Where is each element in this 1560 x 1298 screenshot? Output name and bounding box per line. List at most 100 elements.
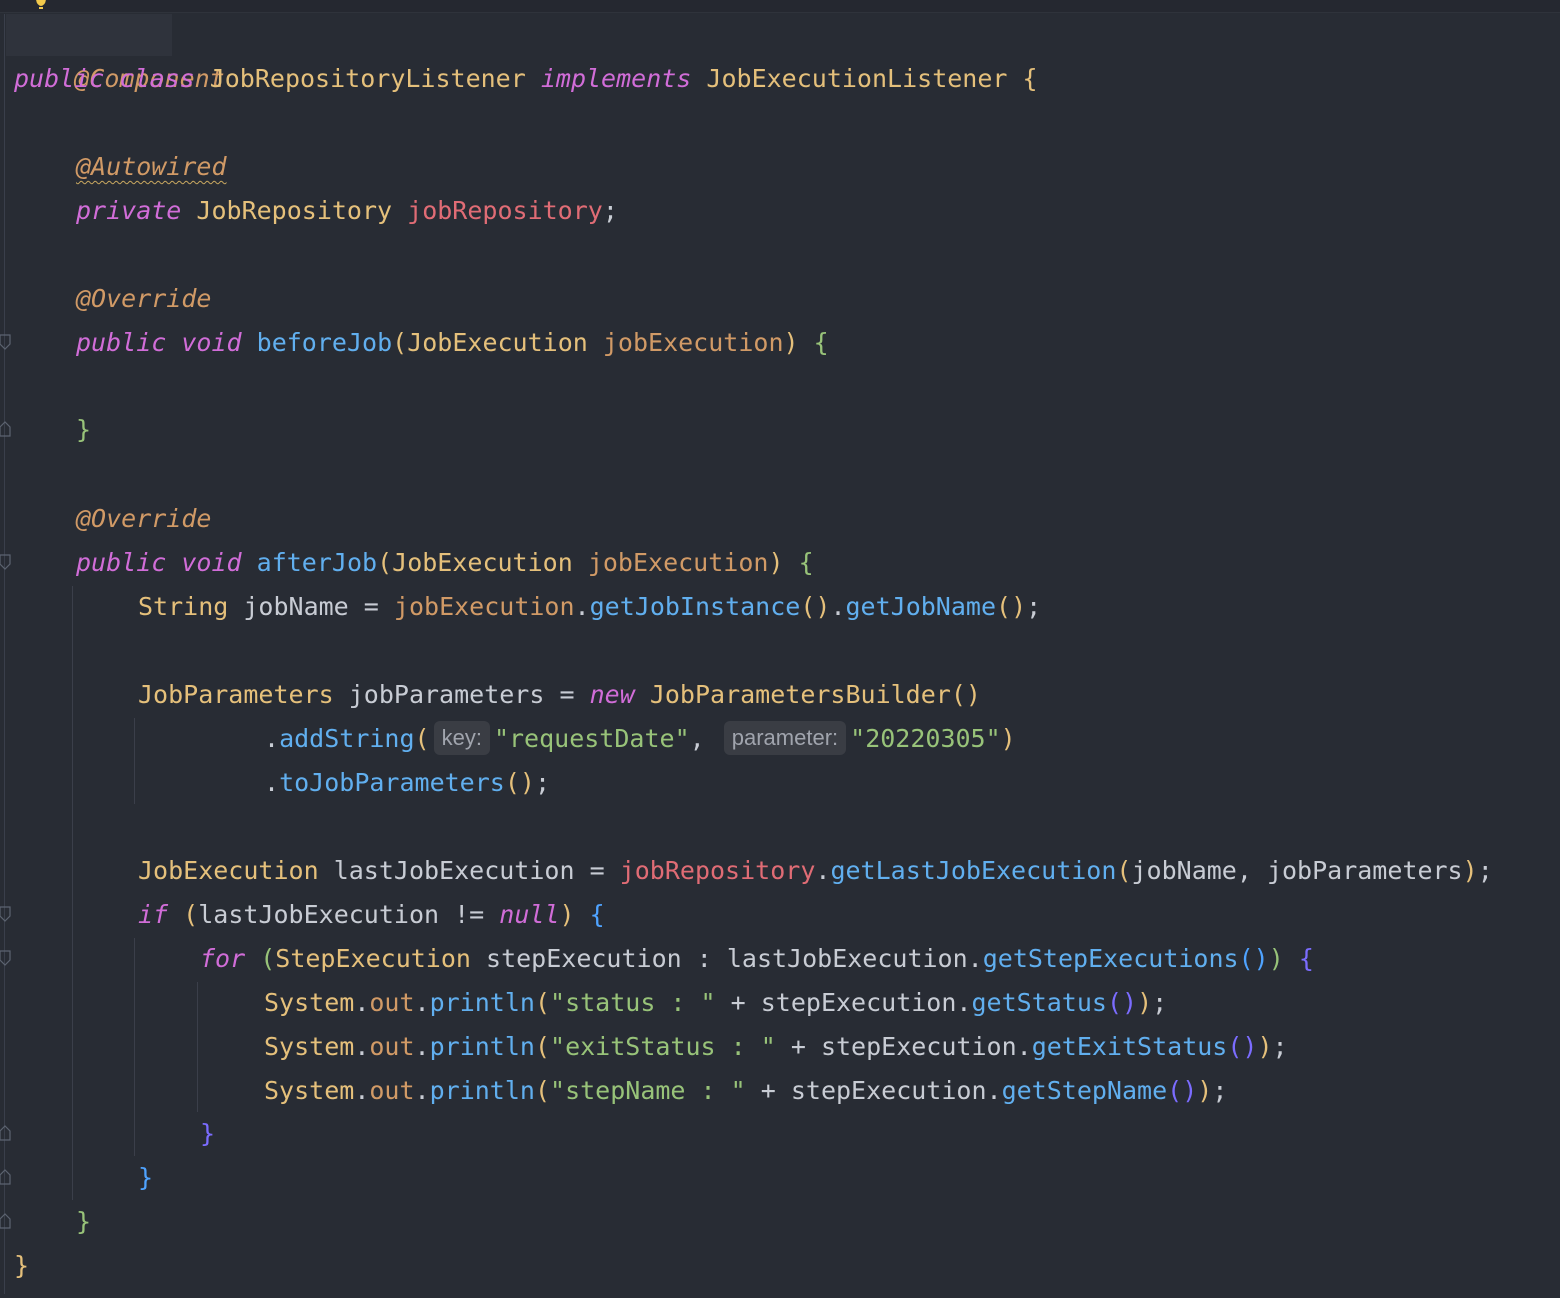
paren-token: ( — [534, 1032, 551, 1061]
fold-icon[interactable] — [0, 334, 11, 350]
method-token: println — [429, 1076, 535, 1105]
code-line[interactable]: private JobRepository jobRepository; — [76, 189, 618, 233]
class-name-token: JobExecution — [392, 548, 573, 577]
keyword-token: public — [14, 64, 105, 93]
class-name-token: StepExecution — [275, 944, 471, 973]
keyword-token: implements — [540, 64, 692, 93]
paren-token: ( — [392, 328, 408, 357]
fold-icon[interactable] — [0, 1169, 11, 1185]
code-line[interactable]: System.out.println("status : " + stepExe… — [264, 981, 1167, 1025]
punctuation-token: . — [354, 988, 370, 1017]
fold-icon[interactable] — [0, 421, 11, 437]
code-line[interactable]: } — [76, 1200, 91, 1244]
keyword-token: public — [76, 548, 167, 577]
paren-token: () — [800, 592, 831, 621]
keyword-token: class — [119, 64, 195, 93]
fold-icon[interactable] — [0, 1213, 11, 1229]
code-line[interactable]: @Autowired — [76, 145, 227, 189]
paren-token: ) — [1000, 724, 1016, 753]
code-line[interactable]: System.out.println("stepName : " + stepE… — [264, 1069, 1227, 1113]
paren-token: ) — [1197, 1076, 1213, 1105]
punctuation-token: . — [354, 1076, 370, 1105]
code-line[interactable]: String jobName = jobExecution.getJobInst… — [138, 585, 1041, 629]
paren-token: ( — [534, 1076, 551, 1105]
code-line[interactable]: if (lastJobExecution != null) { — [138, 893, 605, 937]
keyword-token: void — [181, 328, 242, 357]
code-line[interactable]: @Override — [76, 497, 211, 541]
brace-token: } — [14, 1251, 30, 1280]
punctuation-token: . — [967, 944, 983, 973]
code-line[interactable]: } — [76, 408, 91, 452]
brace-token: { — [589, 900, 605, 929]
indent-guide — [134, 718, 135, 804]
class-name-token: JobExecutionListener — [706, 64, 1008, 93]
code-line[interactable]: JobExecution lastJobExecution = jobRepos… — [138, 849, 1493, 893]
field-token: jobRepository — [619, 856, 816, 885]
code-line[interactable]: System.out.println("exitStatus : " + ste… — [264, 1025, 1288, 1069]
code-line[interactable]: public class JobRepositoryListener imple… — [14, 57, 1038, 101]
code-line[interactable]: public void afterJob(JobExecution jobExe… — [76, 541, 814, 585]
code-line[interactable]: .addString(key: "requestDate", parameter:… — [264, 717, 1016, 761]
paren-token: ) — [559, 900, 575, 929]
code-line[interactable]: } — [200, 1112, 215, 1156]
code-line[interactable]: .toJobParameters(); — [264, 761, 550, 805]
condition-token: lastJobExecution != — [198, 900, 500, 929]
field-token: out — [369, 988, 415, 1017]
class-name-token: JobRepository — [196, 196, 393, 225]
fold-icon[interactable] — [0, 1125, 11, 1141]
method-token: getStatus — [971, 988, 1107, 1017]
keyword-token: null — [499, 900, 560, 929]
operator-token: = — [589, 856, 605, 885]
string-token: "stepName : " — [550, 1076, 746, 1105]
class-name-token: System — [264, 1032, 355, 1061]
code-line[interactable]: } — [14, 1244, 29, 1288]
indent-guide — [134, 938, 135, 1156]
class-name-token: JobExecution — [407, 328, 588, 357]
class-name-token: JobExecution — [138, 856, 319, 885]
paren-token: ( — [414, 724, 430, 753]
paren-token: () — [1167, 1076, 1198, 1105]
paren-token: ) — [1137, 988, 1153, 1017]
method-token: getStepName — [1001, 1076, 1168, 1105]
punctuation-token: ; — [534, 768, 551, 797]
brace-token: { — [813, 328, 829, 357]
lightbulb-icon[interactable] — [33, 0, 49, 10]
string-token: "exitStatus : " — [550, 1032, 776, 1061]
class-name-token: JobParametersBuilder — [649, 680, 951, 709]
code-line[interactable]: @Override — [76, 277, 211, 321]
field-token: out — [369, 1032, 415, 1061]
brace-token: } — [138, 1163, 154, 1192]
code-line[interactable]: } — [138, 1156, 153, 1200]
punctuation-token: . — [354, 1032, 370, 1061]
gutter-separator — [4, 14, 5, 1294]
punctuation-token: . — [264, 768, 280, 797]
punctuation-token: , — [689, 724, 705, 753]
string-token: "requestDate" — [493, 724, 690, 753]
paren-token: () — [1227, 1032, 1258, 1061]
punctuation-token: . — [1016, 1032, 1032, 1061]
code-line[interactable]: for (StepExecution stepExecution : lastJ… — [200, 937, 1314, 981]
paren-token: ( — [183, 900, 199, 929]
punctuation-token: ; — [602, 196, 618, 225]
brace-token: } — [76, 415, 92, 444]
code-editor[interactable]: @Component public class JobRepositoryLis… — [0, 0, 1560, 1298]
fold-icon[interactable] — [0, 950, 11, 966]
brace-token: } — [76, 1207, 92, 1236]
keyword-token: new — [589, 680, 635, 709]
variable-token: jobName — [243, 592, 349, 621]
parameter-hint: parameter: — [723, 721, 847, 755]
code-line[interactable]: @Component — [14, 13, 225, 93]
variable-token: lastJobExecution — [333, 856, 575, 885]
keyword-token: public — [76, 328, 167, 357]
class-name-token: JobRepositoryListener — [209, 64, 526, 93]
operator-token: = — [363, 592, 379, 621]
code-line[interactable]: public void beforeJob(JobExecution jobEx… — [76, 321, 829, 365]
arguments-token: jobName, jobParameters — [1131, 856, 1463, 885]
paren-token: ) — [783, 328, 799, 357]
paren-token: ) — [1268, 944, 1284, 973]
paren-token: ( — [1116, 856, 1132, 885]
code-line[interactable]: JobParameters jobParameters = new JobPar… — [138, 673, 981, 717]
fold-icon[interactable] — [0, 906, 11, 922]
fold-icon[interactable] — [0, 554, 11, 570]
method-token: getStepExecutions — [982, 944, 1239, 973]
